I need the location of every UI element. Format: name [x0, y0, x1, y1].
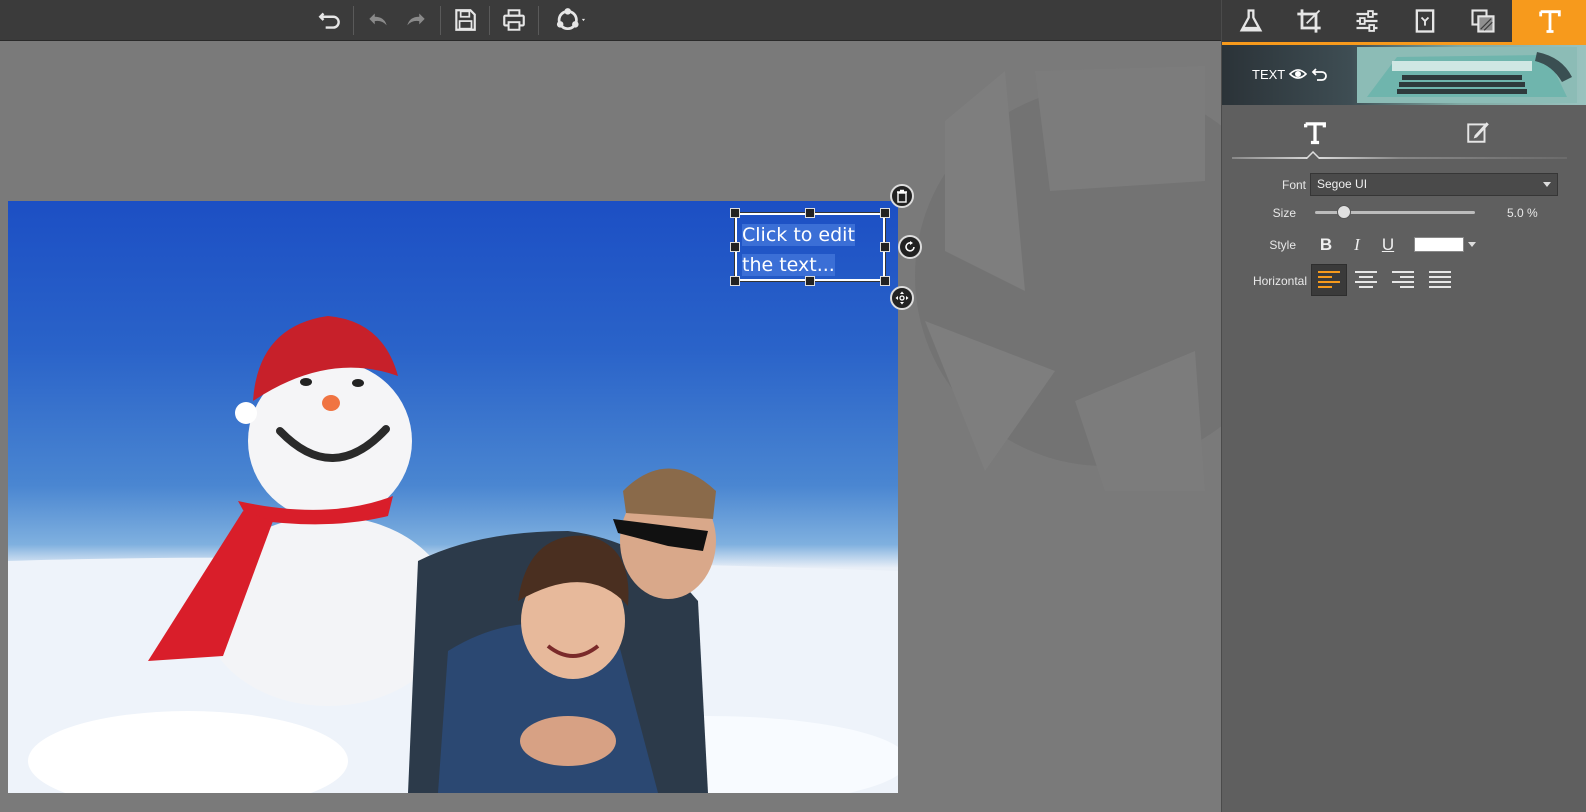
section-banner: TEXT	[1222, 45, 1586, 105]
tools-panel: TEXT Font Segoe UI Size 5.0 % Style B I …	[1221, 0, 1586, 812]
move-icon	[895, 291, 909, 305]
photo-snowman-family[interactable]	[8, 201, 898, 793]
move-text-button[interactable]	[890, 286, 914, 310]
undo-all-button[interactable]	[314, 5, 346, 35]
delete-text-button[interactable]	[890, 184, 914, 208]
redo-button[interactable]	[400, 5, 432, 35]
frame-icon	[1415, 9, 1435, 33]
flask-icon	[1239, 9, 1263, 32]
size-label: Size	[1272, 206, 1296, 220]
text-overlay-content[interactable]: Click to edit the text...	[742, 220, 855, 280]
align-center-button[interactable]	[1348, 264, 1384, 296]
resize-handle-top-left[interactable]	[730, 208, 740, 218]
resize-handle-left[interactable]	[730, 242, 740, 252]
top-toolbar	[0, 0, 1240, 41]
redo-icon	[407, 13, 425, 26]
reset-icon[interactable]	[1311, 65, 1329, 83]
align-right-button[interactable]	[1385, 264, 1421, 296]
photo-editor-app: Click to edit the text... TEXT Font Sego…	[0, 0, 1586, 812]
layers-icon	[1471, 9, 1495, 33]
printer-icon	[503, 9, 525, 31]
bold-button[interactable]: B	[1315, 234, 1337, 256]
align-justify-button[interactable]	[1422, 264, 1458, 296]
tab-adjust[interactable]	[1338, 0, 1396, 42]
font-value: Segoe UI	[1317, 177, 1368, 191]
section-title: TEXT	[1252, 67, 1286, 82]
font-label: Font	[1281, 178, 1306, 192]
style-label: Style	[1269, 238, 1296, 252]
text-icon	[1304, 122, 1326, 145]
pencil-edit-icon	[1467, 122, 1489, 143]
toolbar-separator	[538, 6, 539, 35]
share-circle-icon	[556, 8, 586, 31]
resize-handle-top[interactable]	[805, 208, 815, 218]
crop-icon	[1297, 9, 1321, 33]
text-line-2: the text...	[742, 254, 835, 276]
photo-scene	[8, 316, 898, 793]
italic-button[interactable]: I	[1346, 234, 1368, 256]
align-left-button[interactable]	[1311, 264, 1347, 296]
text-color-swatch[interactable]	[1414, 237, 1464, 252]
chevron-down-icon	[1543, 182, 1551, 187]
watermark-logo	[915, 66, 1240, 491]
resize-handle-bottom-left[interactable]	[730, 276, 740, 286]
print-button[interactable]	[498, 5, 530, 35]
underline-button[interactable]: U	[1377, 234, 1399, 256]
toolbar-separator	[353, 6, 354, 35]
align-justify-icon	[1429, 271, 1451, 288]
rotate-text-button[interactable]	[898, 235, 922, 259]
size-value: 5.0 %	[1507, 206, 1538, 220]
toolbar-separator	[489, 6, 490, 35]
undo-button[interactable]	[362, 5, 394, 35]
trash-icon	[897, 189, 907, 203]
tab-effects[interactable]	[1222, 0, 1280, 42]
subtab-text-style[interactable]	[1295, 112, 1335, 152]
undo-arrow-icon	[318, 12, 340, 29]
tab-crop[interactable]	[1280, 0, 1338, 42]
horizontal-label: Horizontal	[1252, 274, 1307, 288]
subtab-underline	[1232, 157, 1567, 159]
undo-icon	[369, 13, 387, 26]
resize-handle-top-right[interactable]	[880, 208, 890, 218]
tab-layers[interactable]	[1454, 0, 1512, 42]
text-overlay-box[interactable]: Click to edit the text...	[735, 213, 885, 281]
text-line-1: Click to edit	[742, 224, 855, 246]
eye-icon[interactable]	[1289, 65, 1307, 83]
save-button[interactable]	[449, 5, 481, 35]
rotate-icon	[905, 241, 915, 252]
subtab-pointer	[1306, 151, 1320, 159]
floppy-disk-icon	[455, 9, 476, 31]
resize-handle-right[interactable]	[880, 242, 890, 252]
align-right-icon	[1392, 271, 1414, 288]
text-subtabs	[1222, 108, 1586, 160]
chevron-down-icon[interactable]	[1468, 242, 1476, 247]
resize-handle-bottom[interactable]	[805, 276, 815, 286]
size-slider-thumb[interactable]	[1336, 205, 1351, 219]
sliders-icon	[1356, 10, 1378, 32]
image-canvas[interactable]: Click to edit the text...	[0, 41, 1240, 812]
text-icon	[1538, 10, 1561, 33]
share-button[interactable]	[550, 5, 592, 35]
tab-frames[interactable]	[1396, 0, 1454, 42]
resize-handle-bottom-right[interactable]	[880, 276, 890, 286]
font-dropdown[interactable]: Segoe UI	[1310, 173, 1558, 196]
typewriter-image	[1357, 47, 1577, 103]
subtab-edit[interactable]	[1458, 112, 1498, 152]
tab-text[interactable]	[1512, 0, 1586, 42]
align-center-icon	[1355, 271, 1377, 288]
panel-tabs	[1222, 0, 1586, 42]
toolbar-separator	[440, 6, 441, 35]
align-left-icon	[1318, 271, 1340, 288]
